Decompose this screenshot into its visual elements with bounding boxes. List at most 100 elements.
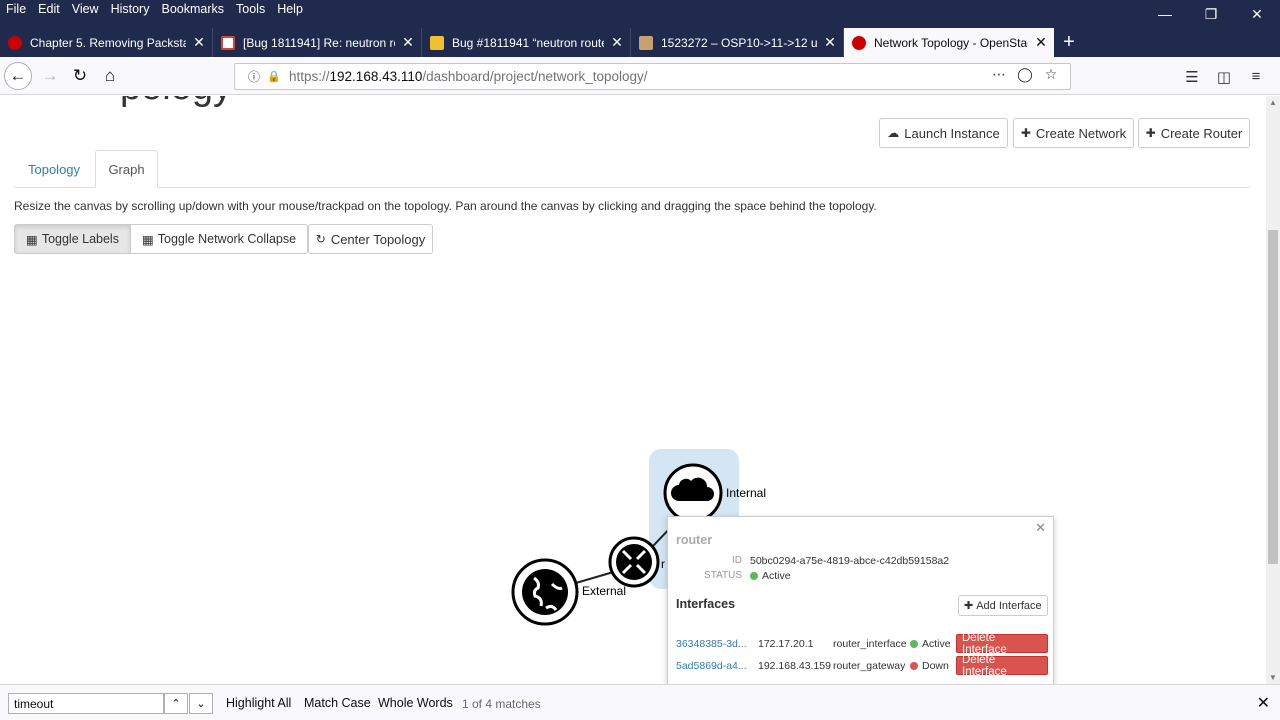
router-name: router — [676, 533, 713, 547]
page-actions-icon[interactable]: ⋯ — [986, 66, 1012, 83]
router-icon — [616, 544, 652, 580]
delete-interface-button[interactable]: Delete Interface — [956, 654, 1048, 678]
forward-icon[interactable]: → — [36, 62, 64, 90]
toggle-labels-button[interactable]: ▦ Toggle Labels — [14, 224, 131, 254]
browser-tab[interactable]: [Bug 1811941] Re: neutron rout ✕ — [213, 28, 422, 57]
status-down-dot-icon — [910, 662, 918, 670]
find-next-icon[interactable]: ⌄ — [189, 693, 213, 714]
menu-history[interactable]: History — [105, 0, 156, 20]
close-window-icon[interactable]: ✕ — [1234, 0, 1280, 28]
launchpad-favicon-icon — [430, 35, 444, 50]
interface-status: Active — [910, 638, 951, 650]
lock-warning-icon[interactable]: 🔒 — [265, 70, 283, 83]
new-tab-icon[interactable]: + — [1058, 28, 1080, 57]
menu-file[interactable]: File — [0, 0, 32, 20]
home-icon[interactable]: ⌂ — [96, 62, 124, 90]
browser-tab[interactable]: 1523272 – OSP10->11->12 upgr ✕ — [631, 28, 844, 57]
find-bar: timeout ⌃ ⌄ Highlight All Match Case Who… — [0, 684, 1280, 720]
close-tab-icon[interactable]: ✕ — [401, 34, 415, 51]
url-text[interactable]: https://192.168.43.110/dashboard/project… — [289, 69, 648, 84]
whole-words-toggle[interactable]: Whole Words — [378, 696, 453, 710]
interface-ip: 172.17.20.1 — [758, 638, 814, 650]
interface-id-link[interactable]: 5ad5869d-a4... — [676, 660, 747, 672]
menu-view[interactable]: View — [66, 0, 105, 20]
interface-id-link[interactable]: 36348385-3d... — [676, 638, 747, 650]
toolbar-right: ☰ ◫ ≡ — [1176, 63, 1272, 90]
topology-canvas[interactable]: Internal r External — [0, 256, 1266, 684]
info-icon[interactable]: ⓘ — [243, 68, 265, 85]
url-bar[interactable]: ⓘ 🔒 https://192.168.43.110/dashboard/pro… — [234, 63, 1071, 90]
restore-icon[interactable]: ❐ — [1188, 0, 1234, 28]
highlight-all-toggle[interactable]: Highlight All — [226, 696, 291, 710]
center-topology-button[interactable]: ↻ Center Topology — [308, 224, 433, 254]
menu-tools[interactable]: Tools — [230, 0, 271, 20]
tab-topology[interactable]: Topology — [14, 150, 94, 188]
find-match-count: 1 of 4 matches — [462, 697, 541, 711]
interfaces-title: Interfaces — [676, 597, 736, 611]
delete-interface-button[interactable]: Delete Interface — [956, 632, 1048, 656]
url-actions: ⋯ ◯ ☆ — [986, 66, 1064, 83]
scrollbar-thumb[interactable] — [1268, 230, 1278, 564]
menu-edit[interactable]: Edit — [32, 0, 66, 20]
browser-tab[interactable]: Bug #1811941 “neutron routers ✕ — [422, 28, 631, 57]
interface-ip: 192.168.43.159 — [758, 660, 831, 672]
grid-icon: ▦ — [141, 232, 154, 247]
globe-icon — [522, 569, 568, 615]
router-status: Active — [750, 570, 791, 582]
library-icon[interactable]: ☰ — [1176, 63, 1208, 90]
browser-tab[interactable]: Chapter 5. Removing Packstac ✕ — [0, 28, 213, 57]
status-label: STATUS — [704, 570, 742, 581]
minimize-icon[interactable]: — — [1142, 0, 1188, 28]
find-input[interactable]: timeout — [8, 693, 164, 714]
close-tab-icon[interactable]: ✕ — [610, 34, 624, 51]
launch-instance-button[interactable]: ☁ Launch Instance — [879, 118, 1008, 148]
internal-label: Internal — [726, 486, 766, 500]
tab-label: 1523272 – OSP10->11->12 upgr — [661, 35, 817, 50]
internal-network-node[interactable] — [663, 463, 723, 523]
close-tab-icon[interactable]: ✕ — [823, 34, 837, 51]
hamburger-menu-icon[interactable]: ≡ — [1240, 63, 1272, 90]
toggle-button-group: ▦ Toggle Labels ▦ Toggle Network Collaps… — [14, 224, 309, 254]
bookmark-star-icon[interactable]: ☆ — [1038, 66, 1064, 83]
router-label: r — [661, 557, 665, 571]
plus-icon: ✚ — [1020, 126, 1031, 140]
interface-status: Down — [910, 660, 949, 672]
router-id: 50bc0294-a75e-4819-abce-c42db59158a2 — [750, 555, 950, 567]
close-tab-icon[interactable]: ✕ — [192, 34, 206, 51]
tab-label: Network Topology - OpenStack — [874, 35, 1028, 50]
toggle-network-collapse-button[interactable]: ▦ Toggle Network Collapse — [130, 224, 309, 254]
scroll-up-icon[interactable]: ▲ — [1269, 98, 1277, 107]
close-popup-icon[interactable]: ✕ — [1035, 520, 1046, 536]
tab-label: Bug #1811941 “neutron routers — [452, 35, 604, 50]
interface-row: 5ad5869d-a4... 192.168.43.159 router_gat… — [676, 654, 1048, 678]
page-scrollbar[interactable]: ▲ ▼ — [1266, 96, 1280, 684]
tab-label: Chapter 5. Removing Packstac — [30, 35, 186, 50]
reload-icon[interactable]: ↻ — [66, 62, 94, 90]
router-detail-popup: ✕ router ID 50bc0294-a75e-4819-abce-c42d… — [667, 516, 1054, 684]
router-node[interactable] — [608, 536, 660, 588]
scroll-down-icon[interactable]: ▼ — [1269, 673, 1277, 682]
find-previous-icon[interactable]: ⌃ — [164, 693, 188, 714]
menu-bar: File Edit View History Bookmarks Tools H… — [0, 0, 309, 20]
tab-graph[interactable]: Graph — [95, 150, 158, 188]
create-router-button[interactable]: ✚ Create Router — [1138, 118, 1250, 148]
grid-icon: ▦ — [26, 232, 38, 247]
page-content: pology ☁ Launch Instance ✚ Create Networ… — [0, 96, 1266, 684]
menu-bookmarks[interactable]: Bookmarks — [155, 0, 230, 20]
interface-type: router_interface — [833, 638, 907, 650]
back-icon[interactable]: ← — [4, 62, 32, 90]
external-network-node[interactable] — [511, 558, 579, 626]
match-case-toggle[interactable]: Match Case — [304, 696, 371, 710]
plus-icon: ✚ — [1145, 126, 1156, 140]
browser-tab-active[interactable]: Network Topology - OpenStack ✕ — [844, 28, 1054, 57]
interface-row: 36348385-3d... 172.17.20.1 router_interf… — [676, 632, 1048, 656]
menu-help[interactable]: Help — [271, 0, 309, 20]
close-tab-icon[interactable]: ✕ — [1034, 34, 1048, 51]
create-network-button[interactable]: ✚ Create Network — [1013, 118, 1134, 148]
add-interface-button[interactable]: ✚ Add Interface — [958, 595, 1048, 616]
sidebar-icon[interactable]: ◫ — [1208, 63, 1240, 90]
pocket-icon[interactable]: ◯ — [1012, 66, 1038, 83]
cloud-upload-icon: ☁ — [887, 126, 900, 140]
close-find-bar-icon[interactable]: ✕ — [1257, 693, 1270, 713]
interface-type: router_gateway — [833, 660, 906, 672]
